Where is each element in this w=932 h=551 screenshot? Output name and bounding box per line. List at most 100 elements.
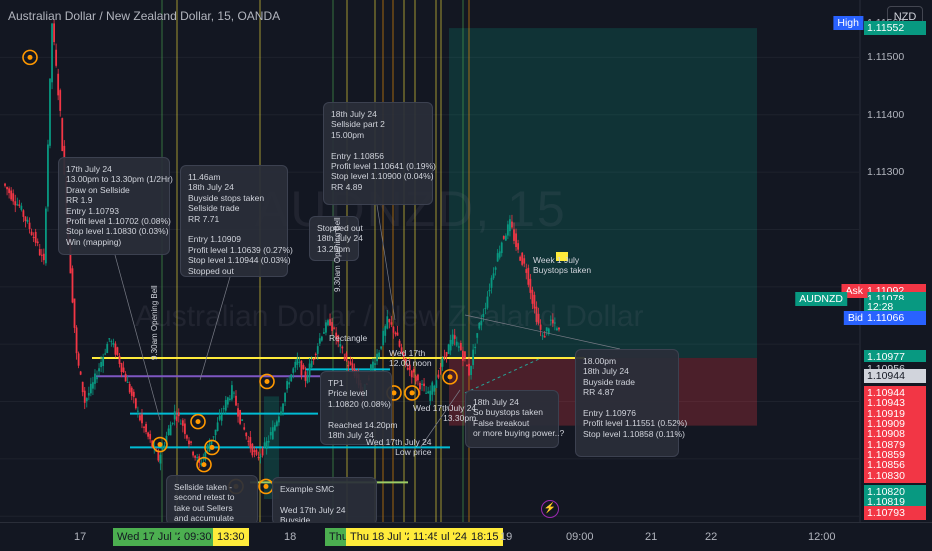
candle-body: [163, 445, 166, 448]
candle-body: [427, 391, 430, 394]
candle-body: [468, 363, 470, 376]
candle-body: [439, 367, 442, 369]
x-tick: 21: [645, 531, 658, 543]
x-tick: 17: [74, 531, 87, 543]
x-tick: 19: [500, 531, 513, 543]
candle-body: [222, 408, 225, 410]
candle-body: [98, 368, 100, 372]
candle-body: [192, 451, 194, 456]
candle-body: [231, 385, 233, 400]
candle-body: [118, 355, 121, 364]
price-label: 1.10944: [864, 369, 926, 384]
candle-body: [59, 90, 62, 111]
candle-body: [12, 193, 15, 202]
candle-body: [429, 390, 432, 401]
candle-body: [302, 365, 305, 370]
candle-body: [496, 253, 499, 262]
candle-body: [24, 216, 27, 221]
candle-body: [196, 457, 199, 459]
candle-body: [124, 373, 127, 382]
candle-body: [34, 231, 37, 243]
candle-body: [431, 382, 434, 395]
candle-body: [380, 346, 383, 349]
candle-body: [10, 190, 13, 200]
candle-body: [190, 441, 192, 443]
time-axis[interactable]: 17 Wed 17 Jul '24 09:30 13:30 18 Thu Thu…: [0, 522, 932, 551]
candle-body: [249, 437, 252, 449]
label-wed-noon: Wed 17th 12.00 noon: [389, 348, 432, 368]
candle-body: [245, 432, 248, 437]
candle-body: [169, 424, 172, 436]
candle-body: [490, 277, 493, 288]
candle-body: [53, 23, 55, 43]
candle-body: [171, 422, 174, 424]
note-sell-18jul[interactable]: 11.46am 18th July 24 Buyside stops taken…: [180, 165, 293, 277]
candle-body: [30, 231, 33, 236]
candle-body: [349, 361, 352, 365]
candle-body: [188, 440, 190, 445]
candle-body: [228, 398, 231, 400]
candle-body: [87, 392, 90, 396]
candle-body: [218, 415, 221, 420]
note-example-smc[interactable]: Example SMC Wed 17th July 24 Buyside: [272, 477, 377, 525]
candle-body: [263, 442, 266, 447]
candle-body: [517, 243, 519, 250]
candle-body: [372, 361, 374, 370]
candle-body: [523, 258, 526, 264]
candle-body: [122, 367, 125, 373]
price-tag: AUDNZD: [795, 292, 847, 307]
candle-body: [345, 353, 348, 361]
label-wed-1330: Wed 17thJuly 24 13.30pm: [413, 403, 477, 423]
candle-body: [472, 349, 475, 366]
candle-body: [347, 365, 350, 367]
candle-body: [108, 338, 111, 340]
label-opening-bell-1: 9.30am Opening Bell: [150, 285, 159, 360]
note-tp1[interactable]: TP1 Price level 1.10820 (0.08%) Reached …: [320, 371, 397, 445]
note-buy-trade[interactable]: 18.00pm 18th July 24 Buyside trade RR 4.…: [575, 349, 687, 457]
marker-dot: [195, 419, 201, 425]
candle-body: [406, 367, 409, 370]
candle-body: [77, 353, 80, 366]
marker-dot: [209, 444, 215, 450]
label-week-buystops: Week 1 July Buystops taken: [533, 255, 592, 275]
candle-body: [161, 446, 164, 450]
candle-body: [226, 397, 229, 405]
candle-body: [38, 249, 41, 256]
candle-body: [173, 411, 176, 420]
note-sell-part2[interactable]: 18th July 24 Sellside part 2 15.00pm Ent…: [323, 102, 436, 205]
candle-body: [316, 346, 319, 354]
note-buystops[interactable]: 18th July 24 So buystops taken False bre…: [465, 390, 564, 448]
candle-body: [139, 415, 141, 421]
candle-body: [455, 341, 458, 346]
candle-body: [247, 440, 250, 442]
candle-body: [290, 374, 293, 382]
candle-body: [145, 424, 147, 432]
candle-body: [288, 382, 291, 385]
candle-body: [343, 357, 346, 359]
lightning-icon[interactable]: ⚡: [541, 500, 559, 518]
candle-body: [47, 144, 49, 207]
price-label: 1.11066: [864, 310, 926, 325]
candlestick-chart[interactable]: [0, 0, 932, 550]
candle-body: [147, 432, 150, 437]
candle-body: [457, 346, 460, 348]
candle-body: [376, 353, 378, 362]
note-sell-17jul[interactable]: 17th July 24 13.00pm to 13.30pm (1/2Hr) …: [58, 157, 173, 255]
candle-body: [451, 334, 454, 345]
candle-body: [265, 441, 268, 450]
candle-body: [466, 364, 468, 367]
candle-body: [414, 376, 417, 382]
marker-dot: [201, 462, 207, 468]
note-sellside-taken[interactable]: Sellside taken - second retest to take o…: [166, 475, 258, 525]
candle-body: [310, 361, 313, 368]
candle-body: [425, 392, 428, 394]
candle-body: [410, 370, 413, 378]
candle-body: [106, 343, 109, 354]
candle-body: [437, 374, 440, 378]
x-tick: 12:00: [808, 531, 836, 543]
candle-body: [419, 383, 421, 390]
candle-body: [312, 358, 315, 360]
candle-body: [255, 449, 258, 455]
candle-body: [210, 441, 213, 445]
candle-body: [14, 201, 17, 206]
